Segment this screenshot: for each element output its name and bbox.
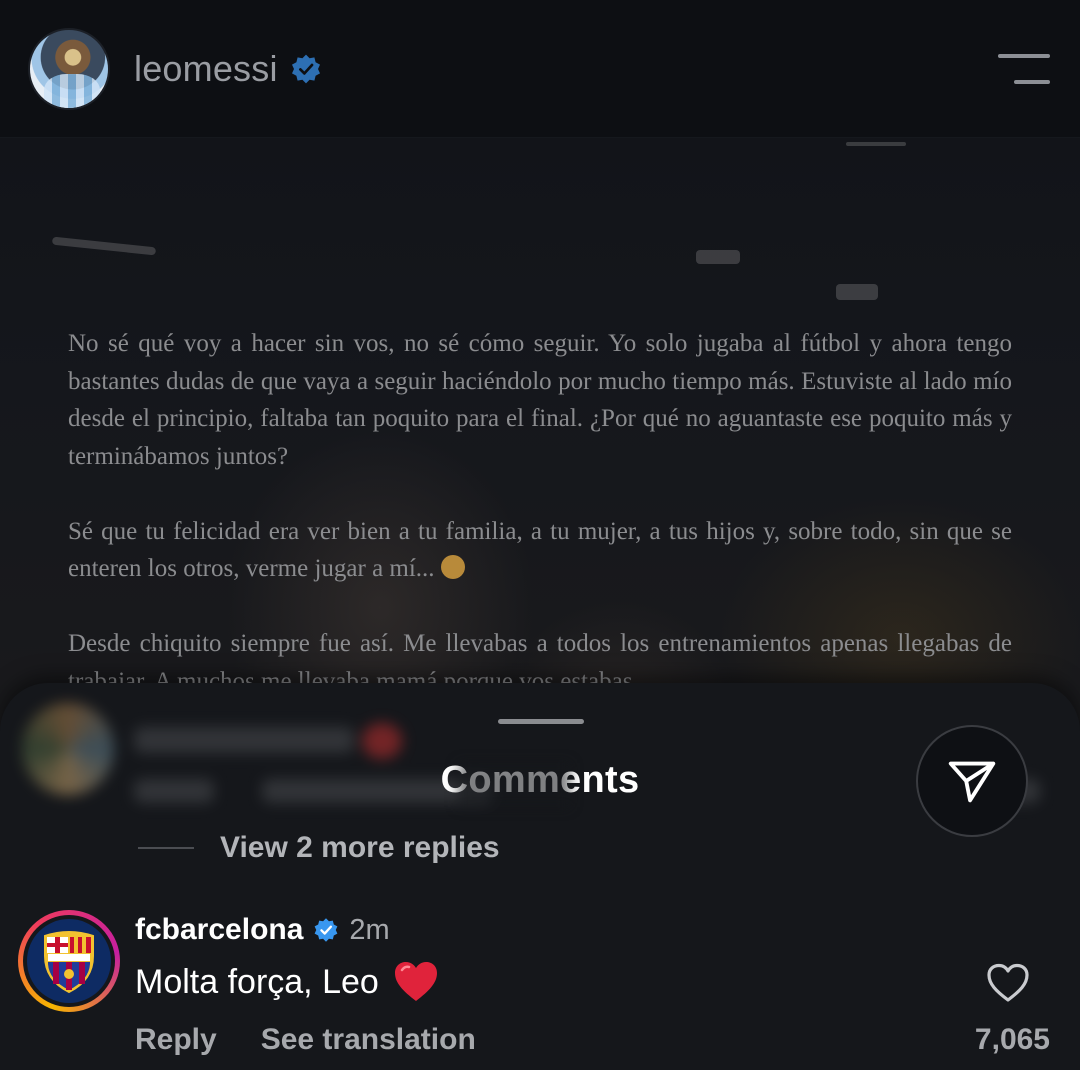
comment-username[interactable]: fcbarcelona (135, 913, 303, 947)
verified-badge-icon (290, 53, 322, 85)
comments-sheet: Comments View 2 more replies (0, 683, 1080, 1070)
view-more-replies[interactable]: View 2 more replies (138, 831, 500, 865)
post-paragraph-1: No sé qué voy a hacer sin vos, no sé cóm… (68, 330, 1012, 470)
verified-badge-icon (313, 917, 339, 943)
comment-header: fcbarcelona 2m (135, 913, 390, 947)
sheet-grabber[interactable] (498, 719, 584, 724)
share-button[interactable] (916, 725, 1028, 837)
post-paragraph-2: Sé que tu felicidad era ver bien a tu fa… (68, 517, 1012, 583)
post-image: No sé qué voy a hacer sin vos, no sé cóm… (0, 138, 1080, 758)
post-caption-text: No sé qué voy a hacer sin vos, no sé cóm… (68, 325, 1012, 738)
screen: leomessi No sé qué voy a hacer sin vos, … (0, 0, 1080, 1070)
profile-header: leomessi (0, 0, 1080, 138)
comment-avatar[interactable] (18, 910, 120, 1012)
see-translation-button[interactable]: See translation (261, 1023, 476, 1057)
like-count: 7,065 (974, 1023, 1050, 1056)
profile-avatar[interactable] (28, 27, 110, 110)
reply-button[interactable]: Reply (135, 1023, 217, 1057)
send-icon (948, 761, 996, 803)
fcb-crest-icon (27, 919, 111, 1003)
profile-username[interactable]: leomessi (134, 48, 278, 90)
comment-timestamp: 2m (349, 913, 390, 946)
red-heart-emoji-icon (393, 961, 439, 1003)
heart-outline-icon[interactable] (986, 963, 1030, 1003)
comment-actions: Reply See translation (135, 1023, 520, 1057)
comment-body: Molta força, Leo (135, 961, 439, 1003)
wink-emoji-icon (440, 555, 465, 579)
menu-icon[interactable] (996, 54, 1050, 86)
comment-text: Molta força, Leo (135, 962, 379, 1001)
